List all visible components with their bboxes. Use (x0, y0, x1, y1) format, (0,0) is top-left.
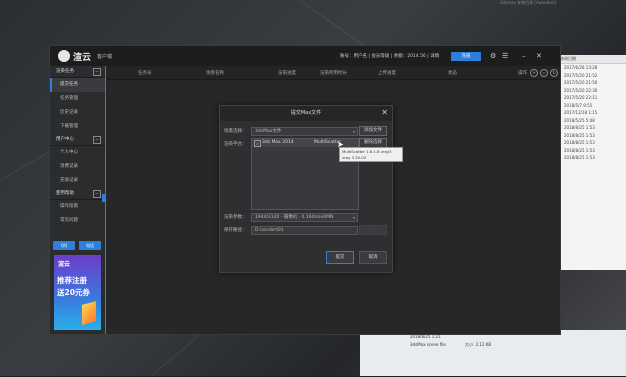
column-duration[interactable]: 渲染所用时长 (320, 70, 347, 76)
sidebar-item-recharge[interactable]: 充值记录 (50, 174, 105, 188)
scene-label: 场景选择： (224, 129, 247, 134)
dialog-title: 提交Max文件 (220, 106, 392, 121)
list-item[interactable]: 2017/5/20 22:30 (556, 87, 626, 95)
menu-icon[interactable]: ☰ (502, 52, 508, 60)
sidebar-item-download[interactable]: 下载管理 (50, 120, 105, 134)
minimize-icon[interactable]: – (522, 52, 526, 60)
sidebar-section-label: 渲染任务 (56, 69, 74, 74)
sidebar-item-profile[interactable]: 个人中心 (50, 146, 105, 160)
cancel-button[interactable]: 取消 (359, 251, 387, 264)
tooltip-line2: vray 3.20.03 (342, 154, 367, 160)
column-action[interactable]: 操作 (518, 70, 527, 76)
render-params-label: 渲染参数： (224, 215, 247, 220)
app-logo-subtitle: 客户端 (97, 54, 113, 60)
promo-banner[interactable]: 渲云 推荐注册 送20元券 (54, 255, 101, 330)
file-size: 大小: 2.12 KB (465, 342, 492, 347)
list-item[interactable]: 2017/12/18 1:15 (556, 109, 626, 117)
top-status-text: 3dsmax 安装目录 [Autodesk] (500, 0, 557, 5)
sidebar-item-history[interactable]: 历史记录 (50, 106, 105, 120)
plugin-label: 渲染平台： (224, 142, 247, 147)
column-scene-name[interactable]: 场景名称 (206, 70, 224, 76)
contact-buttons: QQ 电话 (53, 241, 103, 250)
plugin-tooltip: MultiScatter 1.6.1.6 vray3 vray 3.20.03 (339, 147, 403, 162)
sidebar-section-help[interactable]: 使用帮助 − (50, 188, 105, 200)
search-icon[interactable]: ⌕ (540, 69, 548, 77)
save-path-field[interactable]: D:\render\01 (251, 226, 358, 235)
submit-max-dialog: 提交Max文件 ✕ 场景选择： 3dsMax文件 ▾ 添加文件 渲染平台： ✓ 3… (219, 105, 393, 273)
sidebar-item-guide[interactable]: 操作指南 (50, 200, 105, 214)
list-item[interactable]: 2018/8/25 1:53 (556, 132, 626, 140)
promo-line1: 推荐注册 (57, 276, 87, 285)
sidebar: 渲染任务 − 提交任务 任务管理 历史记录 下载管理 用户中心 − 个人中心 消费记… (50, 66, 106, 334)
browse-button[interactable]: ... (359, 225, 387, 235)
sidebar-item-faq[interactable]: 常见问题 (50, 214, 105, 228)
mouse-cursor-icon: ➤ (337, 140, 344, 149)
recharge-button[interactable]: 充值 (451, 52, 481, 61)
list-item[interactable]: 2018/8/25 1:53 (556, 147, 626, 155)
list-item[interactable]: 2017/5/20 22:11 (556, 94, 626, 102)
plugin-item-max: 3ds Max 2014 (262, 140, 294, 145)
list-item[interactable]: 2017/6/28 13:28 (556, 64, 626, 72)
cube-illustration (82, 301, 96, 325)
column-task-id[interactable]: 任务号 (138, 70, 152, 76)
list-item[interactable]: 2018/5/25 5:48 (556, 117, 626, 125)
sidebar-item-consumption[interactable]: 消费记录 (50, 160, 105, 174)
column-upload[interactable]: 上传进度 (378, 70, 396, 76)
checkbox[interactable]: ✓ (254, 140, 261, 147)
qq-button[interactable]: QQ (53, 241, 75, 250)
sidebar-section-label: 使用帮助 (56, 191, 74, 196)
collapse-icon[interactable]: − (93, 68, 101, 76)
sidebar-item-submit[interactable]: 提交任务 (50, 78, 105, 92)
list-item[interactable]: 2018/8/25 1:53 (556, 139, 626, 147)
app-titlebar: 渲云 客户端 账号：用户名 | 会员等级 | 余额：2014.56 | 详情 充… (50, 46, 560, 66)
list-item[interactable]: 2018/8/25 1:53 (556, 154, 626, 162)
phone-button[interactable]: 电话 (79, 241, 101, 250)
sidebar-section-user[interactable]: 用户中心 − (50, 134, 105, 146)
sidebar-item-task-manage[interactable]: 任务管理 (50, 92, 105, 106)
column-progress[interactable]: 渲染进度 (278, 70, 296, 76)
refresh-icon[interactable]: ↻ (550, 69, 558, 77)
save-path-label: 保存路径： (224, 228, 247, 233)
file-type: 3dsMax scene file (410, 342, 446, 347)
settings-icon[interactable]: ⚙ (490, 52, 496, 60)
add-file-button[interactable]: 添加文件 (359, 126, 387, 136)
promo-line2: 送20元券 (57, 288, 90, 297)
task-table-header: 任务号 场景名称 渲染进度 渲染所用时长 上传进度 状态 操作 + ⌕ ↻ (106, 66, 560, 80)
sidebar-section-label: 用户中心 (56, 137, 74, 142)
collapse-icon[interactable]: − (93, 190, 101, 198)
render-params-value: 1944/2320 · 摄像机 · 0.160m/vRMN (255, 215, 334, 220)
list-item[interactable]: 2018/8/25 1:53 (556, 124, 626, 132)
dialog-close-icon[interactable]: ✕ (381, 108, 388, 118)
render-params-select[interactable]: 1944/2320 · 摄像机 · 0.160m/vRMN ▾ (251, 213, 358, 222)
app-logo-text: 渲云 (73, 53, 92, 63)
save-path-value: D:\render\01 (255, 228, 284, 233)
explorer-column-header[interactable]: 修改日期 (556, 55, 626, 64)
chevron-down-icon: ▾ (352, 129, 355, 134)
collapse-icon[interactable]: − (93, 136, 101, 144)
chevron-down-icon: ▾ (352, 215, 355, 220)
file-details-bar: 2018/8/25 1:21 3dsMax scene file 大小: 2.1… (360, 330, 626, 376)
submit-button[interactable]: 提交 (326, 251, 354, 264)
list-item[interactable]: 2018/5/7 9:55 (556, 102, 626, 110)
tooltip-line1: MultiScatter 1.6.1.6 vray3 (342, 149, 392, 154)
list-item[interactable]: 2017/5/20 21:52 (556, 72, 626, 80)
scene-select-value: 3dsMax文件 (255, 129, 282, 134)
list-item[interactable]: 2017/5/20 21:50 (556, 79, 626, 87)
column-status[interactable]: 状态 (448, 70, 457, 76)
cloud-logo-icon (58, 50, 70, 62)
user-info: 账号：用户名 | 会员等级 | 余额：2014.56 | 详情 (340, 54, 440, 59)
scene-select[interactable]: 3dsMax文件 ▾ (251, 127, 358, 136)
promo-logo: 渲云 (58, 261, 71, 268)
sidebar-section-render[interactable]: 渲染任务 − (50, 66, 105, 78)
sidebar-toggle-handle[interactable] (102, 194, 106, 202)
add-icon[interactable]: + (530, 69, 538, 77)
file-explorer-window: 修改日期 2017/6/28 13:28 2017/5/20 21:52 2017/… (555, 55, 626, 270)
close-icon[interactable]: ✕ (536, 52, 542, 60)
